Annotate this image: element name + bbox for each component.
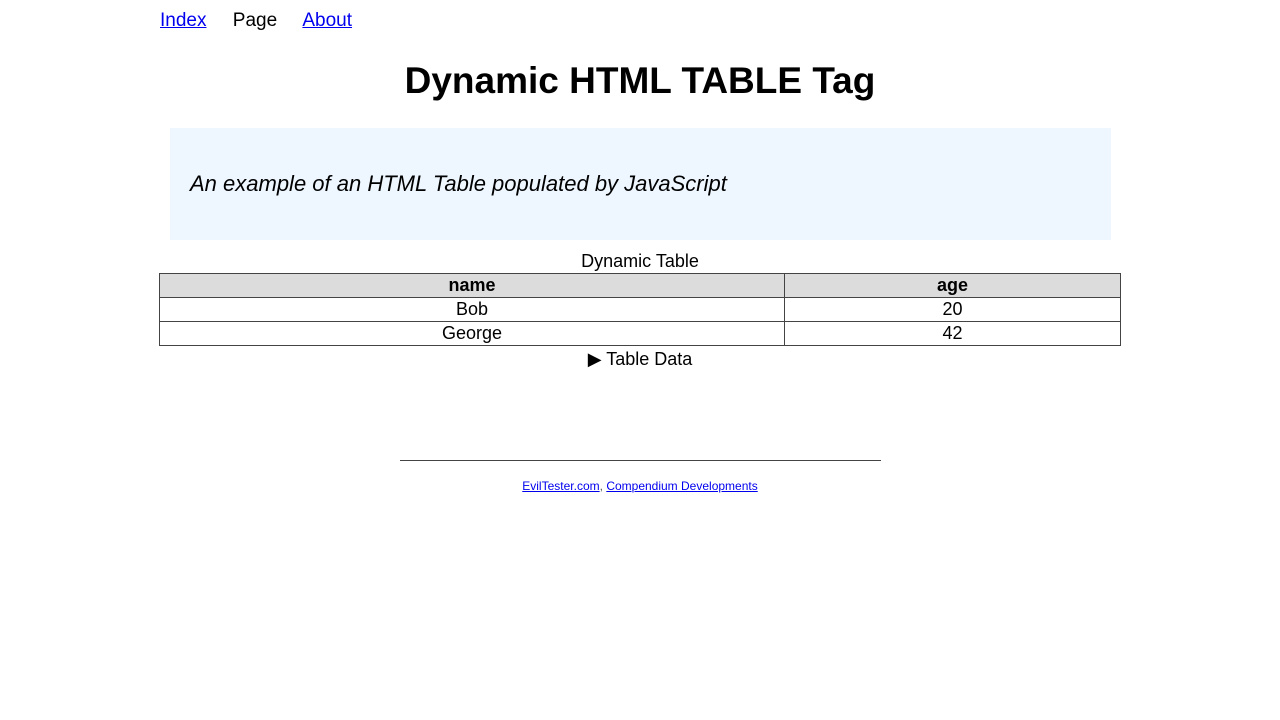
table-data-details-toggle[interactable]: ▶ Table Data — [0, 349, 1280, 370]
cell-age: 42 — [784, 321, 1121, 346]
triangle-right-icon: ▶ — [587, 349, 602, 369]
table-header-row: name age — [159, 273, 1121, 298]
header-age: age — [784, 273, 1121, 298]
table-caption: Dynamic Table — [581, 251, 699, 271]
nav-page-current: Page — [232, 10, 278, 31]
footer-separator: , — [599, 479, 603, 493]
details-summary: Table Data — [606, 349, 693, 369]
page-title: Dynamic HTML TABLE Tag — [404, 60, 876, 101]
cell-age: 20 — [784, 297, 1121, 322]
eviltester-link[interactable]: EvilTester.com — [522, 479, 599, 493]
table-row: Bob 20 — [159, 297, 1121, 322]
cell-name: George — [159, 321, 785, 346]
table-row: George 42 — [159, 321, 1121, 346]
footer-divider — [400, 460, 881, 461]
intro-box: An example of an HTML Table populated by… — [170, 128, 1111, 240]
nav-about-link[interactable]: About — [302, 10, 352, 31]
intro-text: An example of an HTML Table populated by… — [190, 171, 727, 196]
dynamic-table: name age Bob 20 George 42 — [159, 273, 1121, 346]
header-name: name — [159, 273, 785, 298]
footer: EvilTester.com, Compendium Developments — [0, 479, 1280, 493]
top-nav: Index Page About — [160, 10, 373, 32]
cell-name: Bob — [159, 297, 785, 322]
nav-index-link[interactable]: Index — [160, 10, 206, 31]
compendium-link[interactable]: Compendium Developments — [606, 479, 757, 493]
